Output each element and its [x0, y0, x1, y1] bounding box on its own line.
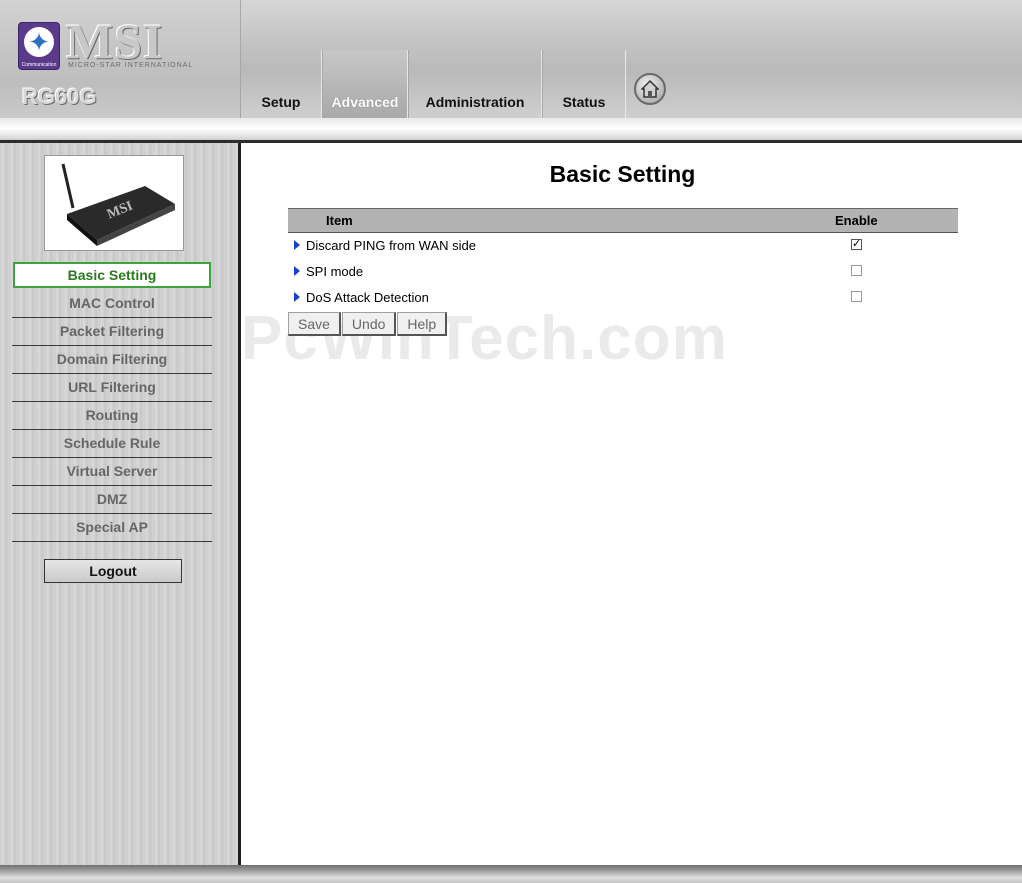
sidebar-item-url-filtering[interactable]: URL Filtering [12, 374, 212, 402]
msi-logo-subtitle: MICRO-STAR INTERNATIONAL [68, 62, 194, 69]
action-buttons: Save Undo Help [288, 312, 448, 336]
undo-button[interactable]: Undo [341, 312, 397, 336]
dos-attack-detection-checkbox[interactable] [851, 291, 862, 302]
model-name: RG60G [22, 84, 97, 109]
blue-arrow-icon [294, 240, 300, 250]
help-button[interactable]: Help [397, 312, 448, 336]
tab-setup[interactable]: Setup [240, 50, 322, 118]
sidebar: MSI Basic Setting MAC Control Packet Fil… [0, 143, 238, 865]
sidebar-item-domain-filtering[interactable]: Domain Filtering [12, 346, 212, 374]
router-product-image: MSI [44, 155, 184, 251]
spi-mode-checkbox[interactable] [851, 265, 862, 276]
tab-label: Advanced [331, 94, 399, 110]
sidebar-item-virtual-server[interactable]: Virtual Server [12, 458, 212, 486]
tab-label: Setup [261, 94, 301, 110]
home-icon[interactable] [634, 73, 666, 105]
table-row: SPI mode [288, 259, 958, 285]
logout-button[interactable]: Logout [44, 559, 182, 583]
tab-label: Administration [425, 94, 525, 110]
logo-area: ✦ Communication MSI MICRO-STAR INTERNATI… [0, 0, 241, 118]
sidebar-item-packet-filtering[interactable]: Packet Filtering [12, 318, 212, 346]
sidebar-menu: Basic Setting MAC Control Packet Filteri… [12, 261, 212, 542]
tab-advanced[interactable]: Advanced [322, 50, 408, 118]
sidebar-item-routing[interactable]: Routing [12, 402, 212, 430]
compass-star-icon: ✦ [24, 27, 54, 57]
settings-table-header: Item Enable [288, 208, 958, 233]
sidebar-item-basic-setting[interactable]: Basic Setting [13, 262, 211, 288]
table-row: DoS Attack Detection [288, 285, 958, 311]
save-button[interactable]: Save [288, 312, 341, 336]
row-label-dos-detection: DoS Attack Detection [306, 290, 429, 305]
sidebar-item-special-ap[interactable]: Special AP [12, 514, 212, 542]
sidebar-item-dmz[interactable]: DMZ [12, 486, 212, 514]
sidebar-item-schedule-rule[interactable]: Schedule Rule [12, 430, 212, 458]
tab-status[interactable]: Status [542, 50, 626, 118]
badge-text: Communication [21, 62, 57, 68]
page-title: Basic Setting [549, 161, 696, 187]
main-content: PcWinTech.com Basic Setting Item Enable … [241, 143, 1022, 865]
row-label-spi-mode: SPI mode [306, 264, 364, 279]
tab-administration[interactable]: Administration [408, 50, 542, 118]
column-header-enable: Enable [835, 213, 878, 228]
row-label-discard-ping: Discard PING from WAN side [306, 238, 476, 253]
table-row: Discard PING from WAN side ✓ [288, 233, 958, 259]
tab-label: Status [562, 94, 606, 110]
footer-bar [0, 865, 1022, 883]
blue-arrow-icon [294, 292, 300, 302]
blue-arrow-icon [294, 266, 300, 276]
msi-logo-text: MSI [66, 13, 164, 69]
header: ✦ Communication MSI MICRO-STAR INTERNATI… [0, 0, 1022, 118]
discard-ping-checkbox[interactable]: ✓ [851, 239, 862, 250]
sidebar-item-mac-control[interactable]: MAC Control [12, 290, 212, 318]
msi-badge-logo: ✦ Communication [18, 22, 60, 70]
column-header-item: Item [326, 213, 353, 228]
